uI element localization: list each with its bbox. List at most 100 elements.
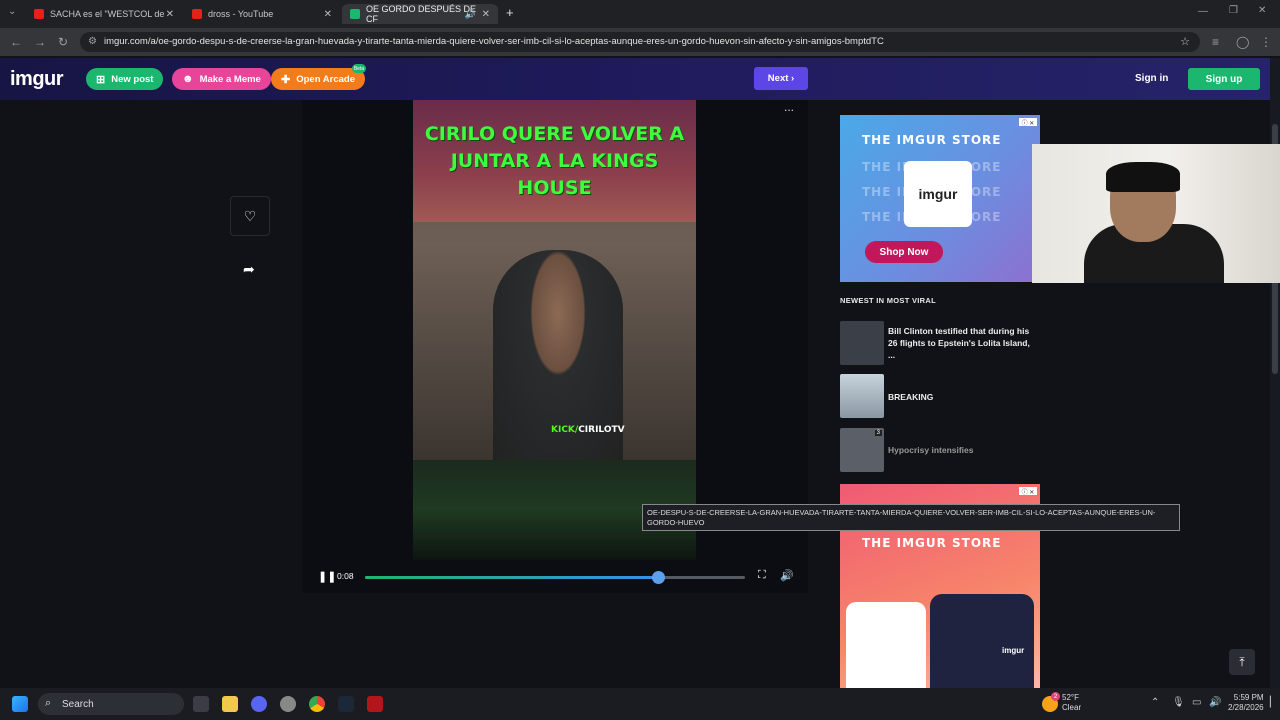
clock-time: 5:59 PM bbox=[1233, 693, 1264, 702]
viral-thumbnail bbox=[840, 374, 884, 418]
tab-title: dross - YouTube bbox=[208, 9, 274, 19]
imgur-favicon-icon bbox=[350, 9, 360, 19]
imgur-store-ad[interactable]: ⓘ ✕ THE IMGUR STORE THE IMGUR STORE THE … bbox=[840, 115, 1040, 282]
profile-icon[interactable]: ◯ bbox=[1236, 35, 1249, 49]
tab-imgur[interactable]: OE GORDO DESPUÉS DE CF 🔊 ✕ bbox=[342, 4, 498, 24]
viral-title: Bill Clinton testified that during his 2… bbox=[888, 326, 1030, 360]
microphone-icon[interactable]: 🎙 bbox=[1172, 697, 1185, 708]
chrome-icon[interactable] bbox=[309, 696, 325, 712]
ad-headline: THE IMGUR STORE bbox=[862, 133, 1002, 147]
video-progress-bar[interactable] bbox=[365, 571, 745, 584]
video-frame[interactable]: CIRILO QUERE VOLVER A JUNTAR A LA KINGS … bbox=[413, 100, 696, 460]
reload-icon[interactable]: ↻ bbox=[58, 35, 68, 49]
viral-title: BREAKING bbox=[888, 392, 934, 402]
newest-viral-heading: NEWEST IN MOST VIRAL bbox=[840, 296, 936, 305]
open-arcade-label: Open Arcade bbox=[296, 73, 355, 85]
back-icon[interactable]: ← bbox=[10, 35, 22, 49]
address-field[interactable]: ⚙ imgur.com/a/oe-gordo-despu-s-de-creers… bbox=[80, 32, 1200, 52]
watermark-name: CIRILOTV bbox=[578, 425, 625, 435]
obs-icon[interactable] bbox=[280, 696, 296, 712]
imgur-header: imgur ⊞ New post ☻ Make a Meme ✚ Open Arcad… bbox=[0, 58, 1270, 100]
favorite-button[interactable]: ♡ bbox=[230, 196, 270, 236]
viral-title: Hypocrisy intensifies bbox=[888, 445, 974, 455]
video-title-overlay: CIRILO QUERE VOLVER A JUNTAR A LA KINGS … bbox=[413, 100, 696, 222]
close-window-icon[interactable]: ✕ bbox=[1258, 5, 1266, 16]
weather-widget[interactable]: 52°F Clear bbox=[1062, 693, 1081, 713]
viral-post[interactable]: Bill Clinton testified that during his 2… bbox=[840, 321, 1040, 365]
ad-close-icon[interactable]: ⓘ ✕ bbox=[1019, 487, 1037, 496]
gamepad-icon: ✚ bbox=[281, 73, 291, 86]
tab-dross[interactable]: dross - YouTube ✕ bbox=[184, 4, 340, 24]
windows-start-icon[interactable] bbox=[12, 696, 28, 712]
make-meme-label: Make a Meme bbox=[199, 73, 261, 85]
viral-post[interactable]: BREAKING bbox=[840, 374, 1040, 418]
notification-icon[interactable]: ▏ bbox=[1270, 697, 1278, 708]
tray-overflow-icon[interactable]: ⌃ bbox=[1151, 697, 1159, 708]
video-watermark: KICK/CIRILOTV bbox=[551, 425, 625, 435]
meme-icon: ☻ bbox=[182, 73, 194, 85]
close-tab-icon[interactable]: ✕ bbox=[482, 9, 490, 20]
next-label: Next bbox=[767, 73, 789, 84]
taskbar-search[interactable]: ⌕ Search bbox=[38, 693, 184, 715]
taskbar-clock[interactable]: 5:59 PM 2/28/2026 bbox=[1228, 693, 1264, 713]
speaker-icon[interactable]: 🔊 bbox=[465, 9, 476, 20]
more-options-icon[interactable]: ... bbox=[784, 100, 794, 114]
arrow-up-icon: ⤒ bbox=[1239, 654, 1245, 669]
new-post-label: New post bbox=[111, 73, 154, 85]
viral-thumbnail: 3 bbox=[840, 428, 884, 472]
share-icon[interactable]: ➦ bbox=[243, 261, 255, 278]
address-bar-row: ← → ↻ ⚙ imgur.com/a/oe-gordo-despu-s-de-… bbox=[0, 28, 1280, 56]
open-arcade-button[interactable]: ✚ Open Arcade bbox=[271, 68, 365, 90]
ad-close-icon[interactable]: ⓘ ✕ bbox=[1019, 118, 1037, 127]
bookmark-star-icon[interactable]: ☆ bbox=[1180, 35, 1190, 48]
video-controls: ❚❚ 0:08 ⛶ 🔊 bbox=[302, 566, 808, 588]
webcam-overlay bbox=[1032, 144, 1280, 283]
close-tab-icon[interactable]: ✕ bbox=[324, 9, 332, 20]
clock-date: 2/28/2026 bbox=[1228, 703, 1264, 712]
steam-icon[interactable] bbox=[338, 696, 354, 712]
tab-search-icon[interactable]: ⌄ bbox=[8, 6, 16, 17]
file-explorer-icon[interactable] bbox=[222, 696, 238, 712]
heart-icon: ♡ bbox=[243, 207, 257, 224]
tab-sacha[interactable]: SACHA es el "WESTCOL de ✕ bbox=[26, 4, 182, 24]
sign-in-link[interactable]: Sign in bbox=[1135, 73, 1168, 84]
white-shirt-image bbox=[846, 602, 926, 688]
new-tab-button[interactable]: + bbox=[506, 5, 514, 20]
maximize-icon[interactable]: ❐ bbox=[1229, 5, 1238, 16]
volume-icon[interactable]: 🔊 bbox=[780, 569, 794, 582]
task-view-icon[interactable] bbox=[193, 696, 209, 712]
new-post-button[interactable]: ⊞ New post bbox=[86, 68, 164, 90]
progress-handle[interactable] bbox=[651, 571, 665, 584]
tab-title: SACHA es el "WESTCOL de bbox=[50, 9, 165, 19]
make-meme-button[interactable]: ☻ Make a Meme bbox=[172, 68, 271, 90]
video-time: 0:08 bbox=[337, 571, 354, 581]
next-button[interactable]: Next › bbox=[754, 67, 808, 90]
scroll-to-top-button[interactable]: ⤒ bbox=[1229, 649, 1255, 675]
viral-post[interactable]: 3 Hypocrisy intensifies bbox=[840, 428, 1040, 472]
weather-condition: Clear bbox=[1062, 703, 1082, 712]
close-tab-icon[interactable]: ✕ bbox=[166, 9, 174, 20]
navy-shirt-image: imgur bbox=[930, 594, 1034, 688]
plus-icon: ⊞ bbox=[96, 73, 106, 86]
network-icon[interactable]: ▭ bbox=[1192, 697, 1201, 708]
search-icon: ⌕ bbox=[45, 697, 52, 709]
chrome-menu-icon[interactable]: ⋮ bbox=[1260, 35, 1272, 49]
media-control-icon[interactable]: ≡ bbox=[1212, 35, 1219, 49]
imgur-logo[interactable]: imgur bbox=[10, 68, 64, 91]
youtube-favicon-icon bbox=[34, 9, 44, 19]
youtube-favicon-icon bbox=[192, 9, 202, 19]
progress-fill bbox=[365, 576, 658, 579]
volume-tray-icon[interactable]: 🔊 bbox=[1209, 697, 1221, 708]
pause-icon[interactable]: ❚❚ bbox=[318, 570, 336, 583]
discord-icon[interactable] bbox=[251, 696, 267, 712]
site-info-icon[interactable]: ⚙ bbox=[88, 36, 97, 47]
weather-temp: 52°F bbox=[1062, 693, 1079, 702]
sign-up-button[interactable]: Sign up bbox=[1188, 68, 1260, 90]
fullscreen-icon[interactable]: ⛶ bbox=[758, 569, 766, 582]
minimize-icon[interactable]: — bbox=[1198, 6, 1208, 17]
shop-now-button[interactable]: Shop Now bbox=[865, 241, 943, 263]
dota-icon[interactable] bbox=[367, 696, 383, 712]
url-tooltip: OE-DESPU-S-DE-CREERSE-LA-GRAN-HUEVADA-TI… bbox=[642, 504, 1180, 531]
viral-thumbnail bbox=[840, 321, 884, 365]
forward-icon[interactable]: → bbox=[34, 35, 46, 49]
